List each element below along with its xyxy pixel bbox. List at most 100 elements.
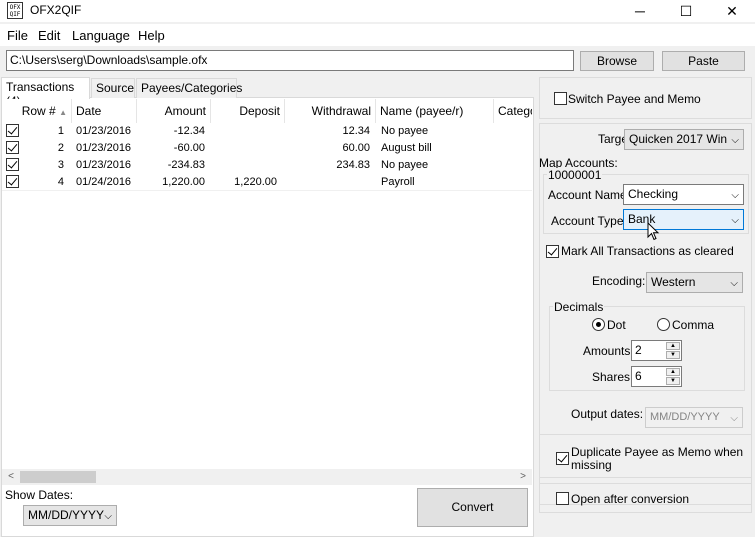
row-number: 2	[57, 142, 64, 154]
table-row[interactable]: 3 01/23/2016 -234.83 234.83 No payee	[2, 157, 532, 174]
encoding-select[interactable]: Western ⌵	[646, 272, 743, 293]
encoding-label: Encoding:	[592, 274, 646, 288]
row-checkbox[interactable]	[6, 175, 19, 188]
scroll-left-icon[interactable]: <	[3, 470, 19, 484]
target-select[interactable]: Quicken 2017 Win ⌵	[624, 129, 744, 150]
chevron-down-icon: ⌵	[731, 190, 739, 201]
row-withdrawal: 60.00	[342, 142, 370, 154]
menu-help[interactable]: Help	[138, 28, 165, 43]
row-number: 1	[57, 125, 64, 137]
chevron-down-icon[interactable]: ▼	[666, 351, 680, 359]
amounts-label: Amounts	[583, 344, 631, 358]
window-title: OFX2QIF	[30, 3, 82, 17]
file-path-input[interactable]: C:\Users\serg\Downloads\sample.ofx	[6, 50, 574, 71]
row-withdrawal: 234.83	[336, 159, 370, 171]
shares-stepper[interactable]: 6 ▲ ▼	[631, 366, 682, 387]
row-name: No payee	[381, 159, 429, 171]
minimize-icon[interactable]: ─	[617, 0, 663, 22]
column-header-name[interactable]: Name (payee/r)	[376, 99, 494, 123]
mouse-cursor-icon	[647, 222, 660, 241]
show-dates-select[interactable]: MM/DD/YYYY ⌵	[23, 505, 117, 526]
convert-button[interactable]: Convert	[417, 488, 528, 527]
decimals-dot-radio[interactable]	[592, 318, 605, 331]
options-panel: Switch Payee and Memo Target Quicken 201…	[539, 77, 752, 535]
transactions-grid[interactable]: Row # ▲ Date Amount Deposit Withdrawal N…	[2, 99, 532, 469]
row-name: August bill	[381, 142, 432, 154]
chevron-up-icon[interactable]: ▲	[666, 368, 680, 376]
tab-transactions[interactable]: Transactions (4)	[1, 77, 90, 108]
amounts-spin-buttons[interactable]: ▲ ▼	[666, 342, 680, 359]
menu-edit[interactable]: Edit	[38, 28, 60, 43]
duplicate-payee-group: Duplicate Payee as Memo when missing	[539, 434, 752, 478]
chevron-down-icon: ⌵	[731, 135, 739, 146]
target-value: Quicken 2017 Win	[629, 132, 728, 146]
menu-file[interactable]: File	[7, 28, 28, 43]
chevron-down-icon[interactable]: ▼	[666, 377, 680, 385]
column-header-date[interactable]: Date	[72, 99, 137, 123]
row-date: 01/24/2016	[76, 176, 132, 188]
encoding-value: Western	[651, 275, 696, 289]
tab-source[interactable]: Source	[91, 78, 135, 98]
row-withdrawal: 12.34	[342, 125, 370, 137]
decimals-label: Decimals	[553, 300, 605, 314]
row-deposit	[211, 123, 281, 140]
column-header-amount[interactable]: Amount	[137, 99, 211, 123]
browse-button[interactable]: Browse	[580, 51, 654, 71]
scrollbar-thumb[interactable]	[20, 471, 96, 483]
horizontal-scrollbar[interactable]: < >	[2, 469, 532, 485]
row-name: Payroll	[381, 176, 415, 188]
row-number: 3	[57, 159, 64, 171]
chevron-up-icon[interactable]: ▲	[666, 342, 680, 350]
shares-value: 6	[635, 369, 642, 383]
menu-bar: File Edit Language Help	[0, 24, 755, 46]
row-date: 01/23/2016	[76, 142, 132, 154]
close-icon[interactable]: ✕	[709, 0, 755, 22]
maximize-icon[interactable]: ☐	[663, 0, 709, 22]
mark-cleared-checkbox[interactable]	[546, 245, 559, 258]
decimals-dot-label: Dot	[607, 318, 626, 332]
amounts-stepper[interactable]: 2 ▲ ▼	[631, 340, 682, 361]
decimals-comma-radio[interactable]	[657, 318, 670, 331]
open-after-conversion-checkbox[interactable]	[556, 492, 569, 505]
app-icon: OFX QIF	[7, 2, 23, 19]
column-header-row[interactable]: Row # ▲	[2, 99, 72, 123]
menu-language[interactable]: Language	[72, 28, 130, 43]
row-checkbox[interactable]	[6, 141, 19, 154]
account-id-label: 10000001	[547, 168, 603, 182]
tab-payees-categories[interactable]: Payees/Categories	[136, 78, 242, 98]
switch-payee-memo-checkbox[interactable]	[554, 92, 567, 105]
output-dates-label: Output dates:	[571, 407, 644, 421]
row-withdrawal	[285, 174, 374, 191]
row-checkbox[interactable]	[6, 124, 19, 137]
decimals-comma-label: Comma	[672, 318, 715, 332]
account-name-select[interactable]: Checking ⌵	[623, 184, 744, 205]
chevron-down-icon: ⌵	[104, 511, 112, 522]
column-header-category[interactable]: Catego	[494, 99, 532, 123]
duplicate-payee-label: Duplicate Payee as Memo when missing	[571, 445, 744, 472]
scroll-right-icon[interactable]: >	[515, 470, 531, 484]
open-after-conversion-label: Open after conversion	[571, 492, 690, 506]
row-checkbox[interactable]	[6, 158, 19, 171]
row-amount: 1,220.00	[162, 176, 205, 188]
row-date: 01/23/2016	[76, 125, 132, 137]
account-name-value: Checking	[628, 187, 679, 201]
table-row[interactable]: 1 01/23/2016 -12.34 12.34 No payee	[2, 123, 532, 140]
account-type-select[interactable]: Bank ⌵	[623, 209, 744, 230]
table-row[interactable]: 4 01/24/2016 1,220.00 1,220.00 Payroll	[2, 174, 532, 191]
row-amount: -12.34	[173, 125, 205, 137]
switch-payee-memo-label: Switch Payee and Memo	[568, 92, 701, 106]
column-header-withdrawal[interactable]: Withdrawal	[285, 99, 376, 123]
chevron-down-icon: ⌵	[731, 215, 739, 226]
open-after-group: Open after conversion	[539, 483, 752, 513]
row-date: 01/23/2016	[76, 159, 132, 171]
paste-button[interactable]: Paste	[662, 51, 745, 71]
mark-cleared-label: Mark All Transactions as cleared	[561, 244, 734, 258]
show-dates-label: Show Dates:	[5, 488, 74, 502]
row-name: No payee	[381, 125, 429, 137]
column-header-deposit[interactable]: Deposit	[211, 99, 285, 123]
account-type-label: Account Type:	[551, 214, 627, 228]
duplicate-payee-checkbox[interactable]	[556, 452, 569, 465]
output-dates-select: MM/DD/YYYY ⌵	[645, 407, 743, 428]
table-row[interactable]: 2 01/23/2016 -60.00 60.00 August bill	[2, 140, 532, 157]
shares-spin-buttons[interactable]: ▲ ▼	[666, 368, 680, 385]
